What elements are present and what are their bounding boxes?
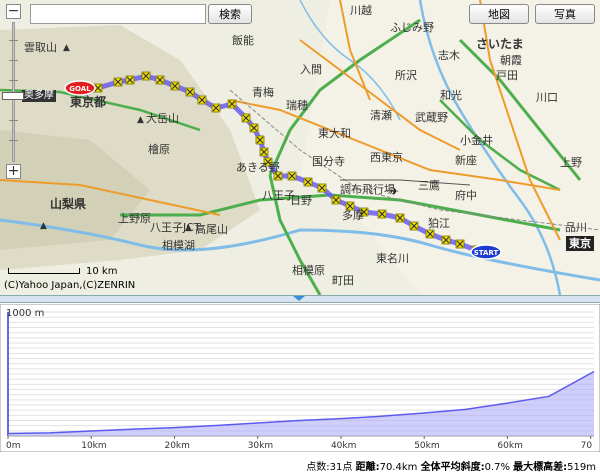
label-hachioji: 八王子: [262, 189, 295, 202]
elevation-profile-svg: 0m 10km 20km 30km 40km 50km 60km 70 1000 m: [0, 304, 600, 452]
label-hinohara: 檜原: [148, 143, 170, 156]
search-button[interactable]: 検索: [208, 4, 252, 24]
goal-marker[interactable]: GOAL: [64, 80, 96, 96]
label-wako: 和光: [440, 89, 462, 102]
map-view-button[interactable]: 地図: [469, 4, 529, 24]
label-toda: 戸田: [496, 69, 518, 82]
scale-label: 10 km: [86, 266, 118, 277]
zoom-tick: [9, 120, 18, 121]
photo-view-button[interactable]: 写真: [535, 4, 595, 24]
x-tick-label: 50km: [414, 441, 439, 451]
map-copyright: (C)Yahoo Japan,(C)ZENRIN: [4, 280, 136, 291]
x-tick-label: 20km: [164, 441, 189, 451]
label-iruma: 入間: [300, 63, 322, 76]
label-shiki: 志木: [438, 49, 460, 62]
x-tick-label: 30km: [248, 441, 273, 451]
label-fuchu: 府中: [455, 189, 477, 202]
zoom-out-button[interactable]: −: [6, 4, 21, 19]
label-hachioji-jct: 八王子JCT: [150, 221, 201, 234]
slope-value: 0.7%: [484, 462, 510, 473]
elevation-profile-chart: 0m 10km 20km 30km 40km 50km 60km 70 1000 m: [0, 304, 600, 452]
label-mitaka: 三鷹: [418, 179, 440, 192]
label-niiza: 新座: [455, 154, 477, 167]
label-uenohara: 上野原: [118, 212, 151, 225]
label-akiruno: あきる野: [236, 161, 280, 174]
peak-icon: ▲: [40, 221, 47, 231]
label-ome: 青梅: [252, 86, 274, 99]
label-nishitokyo: 西東京: [370, 151, 403, 164]
zoom-tick: [9, 140, 18, 141]
y-max-label: 1000 m: [6, 308, 44, 319]
label-kokubunji: 国分寺: [312, 155, 345, 168]
label-hanno: 飯能: [232, 34, 254, 47]
label-sagamiko: 相模湖: [162, 239, 195, 252]
label-chofu-airport: 調布飛行場: [340, 183, 395, 196]
label-kumotori: 雲取山: [24, 41, 57, 54]
collapse-arrow-icon[interactable]: [293, 296, 305, 301]
label-kiyose: 清瀬: [370, 109, 392, 122]
label-odake: 大岳山: [146, 112, 179, 125]
label-ueno: 上野: [560, 156, 582, 169]
slope-label: 全体平均斜度:: [420, 462, 485, 473]
label-saitama: さいたま: [476, 37, 524, 51]
distance-value: 70.4km: [379, 462, 418, 473]
x-tick-label: 10km: [81, 441, 106, 451]
route-summary: 点数:31点 距離:70.4km 全体平均斜度:0.7% 最大標高差:519m: [0, 458, 600, 474]
x-tick-label: 40km: [331, 441, 356, 451]
label-tama: 多摩: [342, 209, 364, 222]
zoom-tick: [9, 60, 18, 61]
points-value: 31点: [329, 462, 353, 473]
label-kawagoe: 川越: [350, 4, 372, 17]
label-shinagawa: 品川: [565, 221, 587, 234]
label-mizuho: 瑞穂: [286, 99, 308, 112]
label-higashiyamato: 東大和: [318, 127, 351, 140]
distance-label: 距離:: [355, 462, 380, 473]
zoom-slider-handle[interactable]: [2, 92, 24, 100]
label-musashino: 武蔵野: [415, 111, 448, 124]
label-tokyo-to: 東京都: [70, 95, 107, 109]
label-koganei: 小金井: [460, 134, 493, 147]
search-input[interactable]: [30, 4, 206, 24]
x-tick-label: 0m: [6, 441, 21, 451]
zoom-tick: [9, 40, 18, 41]
x-tick-label: 70: [581, 441, 593, 451]
label-yamanashi: 山梨県: [50, 197, 87, 211]
scale-bar: [8, 268, 80, 274]
goal-marker-label: GOAL: [69, 85, 91, 93]
label-machida: 町田: [332, 274, 354, 287]
zoom-in-button[interactable]: +: [6, 164, 21, 179]
label-takao: 高尾山: [195, 223, 228, 236]
x-tick-label: 60km: [497, 441, 522, 451]
elevation-diff-label: 最大標高差:: [513, 462, 568, 473]
label-tokorozawa: 所沢: [395, 69, 417, 82]
peak-icon: ▲: [63, 43, 70, 53]
elevation-diff-value: 519m: [567, 462, 596, 473]
label-kawaguchi: 川口: [536, 91, 558, 104]
label-higashi-kanagawa: 東名川: [376, 252, 409, 265]
label-sagamihara: 相模原: [292, 264, 325, 277]
start-marker[interactable]: START: [470, 244, 502, 260]
label-okutama: 奥多摩: [22, 90, 56, 102]
peak-icon: ▲: [137, 115, 144, 125]
map-view[interactable]: GOAL START ▲ ▲ ▲ ▲ ✈ 奥多摩 東京都 山梨県 青梅 飯能 川…: [0, 0, 600, 295]
start-marker-label: START: [474, 249, 499, 257]
label-asaka: 朝霞: [500, 54, 522, 67]
zoom-tick: [9, 80, 18, 81]
label-fujimino: ふじみ野: [390, 21, 434, 34]
points-label: 点数:: [306, 462, 330, 473]
label-komae: 狛江: [428, 217, 450, 230]
label-tokyo: 東京: [566, 236, 594, 251]
